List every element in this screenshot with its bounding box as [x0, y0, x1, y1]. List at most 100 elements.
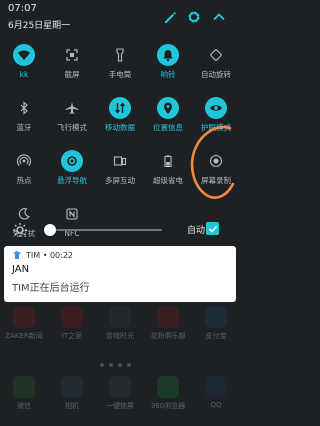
tile-multiscreen[interactable]: 多屏互动 — [96, 146, 144, 199]
tile-label: kk — [19, 70, 29, 79]
tile-label: 自动旋转 — [201, 70, 231, 79]
tile-eye-care[interactable]: 护眼模式 — [192, 93, 240, 146]
notification-header: TIM • 00:22 — [12, 250, 73, 260]
tile-hotspot[interactable]: 热点 — [0, 146, 48, 199]
app-label: 微信 — [17, 402, 31, 410]
mobile-data-icon — [109, 97, 131, 119]
tile-label: 飞行模式 — [57, 123, 87, 132]
notification-body: TIM正在后台运行 — [12, 283, 90, 294]
gear-icon[interactable] — [186, 9, 202, 25]
home-app: 一键锁屏 — [96, 376, 144, 411]
app-label: 花粉俱乐部 — [150, 332, 186, 340]
app-label: 相机 — [65, 402, 79, 410]
flashlight-icon — [109, 44, 131, 66]
app-label: 游戏时光 — [106, 332, 134, 340]
tile-label: 护眼模式 — [201, 123, 231, 132]
eye-icon — [205, 97, 227, 119]
tim-app-icon — [13, 251, 21, 259]
home-app: 微信 — [0, 376, 48, 411]
app-icon — [157, 306, 179, 328]
app-icon — [61, 306, 83, 328]
tile-flashlight[interactable]: 手电筒 — [96, 40, 144, 93]
notification-time: 00:22 — [49, 250, 74, 260]
tile-label: 热点 — [16, 176, 32, 185]
tile-label: 蓝牙 — [16, 123, 32, 132]
airplane-icon — [61, 97, 83, 119]
notification-separator: • — [40, 250, 50, 260]
home-app: 支付宝 — [192, 306, 240, 341]
brightness-slider[interactable] — [43, 224, 162, 236]
multiscreen-icon — [109, 150, 131, 172]
tile-mobile-data[interactable]: 移动数据 — [96, 93, 144, 146]
home-screen-background: ZAKER新闻 IT之家 游戏时光 花粉俱乐部 支付宝 微信 相机 一键锁屏 3… — [0, 302, 240, 426]
auto-brightness-label: 自动 — [187, 226, 206, 236]
tile-label: 悬浮导航 — [57, 176, 87, 185]
page-dot — [118, 363, 122, 367]
app-label: 一键锁屏 — [106, 402, 134, 410]
tile-label: 截屏 — [64, 70, 80, 79]
screen-record-icon — [205, 150, 227, 172]
app-label: ZAKER新闻 — [5, 332, 43, 340]
page-indicator — [100, 363, 131, 367]
tile-screen-record[interactable]: 屏幕录制 — [192, 146, 240, 199]
brightness-icon — [12, 222, 28, 238]
home-app: 360浏览器 — [144, 376, 192, 411]
tile-ringer[interactable]: 响铃 — [144, 40, 192, 93]
app-label: 支付宝 — [205, 332, 227, 340]
app-label: 360浏览器 — [150, 402, 186, 410]
notification-app-name: TIM — [26, 250, 41, 260]
battery-saver-icon — [157, 150, 179, 172]
tile-label: 响铃 — [160, 70, 176, 79]
tile-airplane[interactable]: 飞行模式 — [48, 93, 96, 146]
page-dot — [100, 363, 104, 367]
chevron-up-icon[interactable] — [211, 9, 227, 25]
home-app: 花粉俱乐部 — [144, 306, 192, 341]
status-date: 6月25日星期一 — [8, 21, 71, 31]
tile-label: 移动数据 — [105, 123, 135, 132]
home-app: 游戏时光 — [96, 306, 144, 341]
page-dot — [109, 363, 113, 367]
app-icon — [205, 376, 227, 398]
status-time: 07:07 — [8, 3, 37, 14]
screenshot-icon — [61, 44, 83, 66]
home-dock-row: 微信 相机 一键锁屏 360浏览器 QQ — [0, 376, 240, 411]
notification-card[interactable]: TIM • 00:22 JAN TIM正在后台运行 — [4, 246, 236, 302]
tile-label: 手电筒 — [108, 70, 132, 79]
bell-icon — [157, 44, 179, 66]
tile-bluetooth[interactable]: 蓝牙 — [0, 93, 48, 146]
home-app-row: ZAKER新闻 IT之家 游戏时光 花粉俱乐部 支付宝 — [0, 306, 240, 341]
app-label: QQ — [210, 401, 222, 409]
app-icon — [109, 376, 131, 398]
home-app: 相机 — [48, 376, 96, 411]
hotspot-icon — [13, 150, 35, 172]
app-icon — [61, 376, 83, 398]
home-app: IT之家 — [48, 306, 96, 341]
tile-label: 屏幕录制 — [201, 176, 231, 185]
home-app: ZAKER新闻 — [0, 306, 48, 341]
pencil-icon[interactable] — [162, 9, 178, 25]
bluetooth-icon — [13, 97, 35, 119]
app-icon — [109, 306, 131, 328]
location-icon — [157, 97, 179, 119]
rotate-icon — [205, 44, 227, 66]
notification-title: JAN — [12, 264, 30, 275]
home-app: QQ — [192, 376, 240, 411]
brightness-row: 自动 — [0, 219, 240, 241]
tile-screenshot[interactable]: 截屏 — [48, 40, 96, 93]
wifi-icon — [13, 44, 35, 66]
tile-auto-rotate[interactable]: 自动旋转 — [192, 40, 240, 93]
app-icon — [205, 306, 227, 328]
app-icon — [157, 376, 179, 398]
tile-label: 位置信息 — [153, 123, 183, 132]
tile-battery-saver[interactable]: 超级省电 — [144, 146, 192, 199]
app-label: IT之家 — [61, 332, 83, 340]
page-dot — [127, 363, 131, 367]
auto-brightness-checkbox[interactable] — [206, 222, 219, 235]
floating-nav-icon — [61, 150, 83, 172]
tile-floating-nav[interactable]: 悬浮导航 — [48, 146, 96, 199]
tile-location[interactable]: 位置信息 — [144, 93, 192, 146]
tile-wifi[interactable]: kk — [0, 40, 48, 93]
app-icon — [13, 306, 35, 328]
brightness-thumb[interactable] — [43, 224, 56, 236]
tile-label: 多屏互动 — [105, 176, 135, 185]
